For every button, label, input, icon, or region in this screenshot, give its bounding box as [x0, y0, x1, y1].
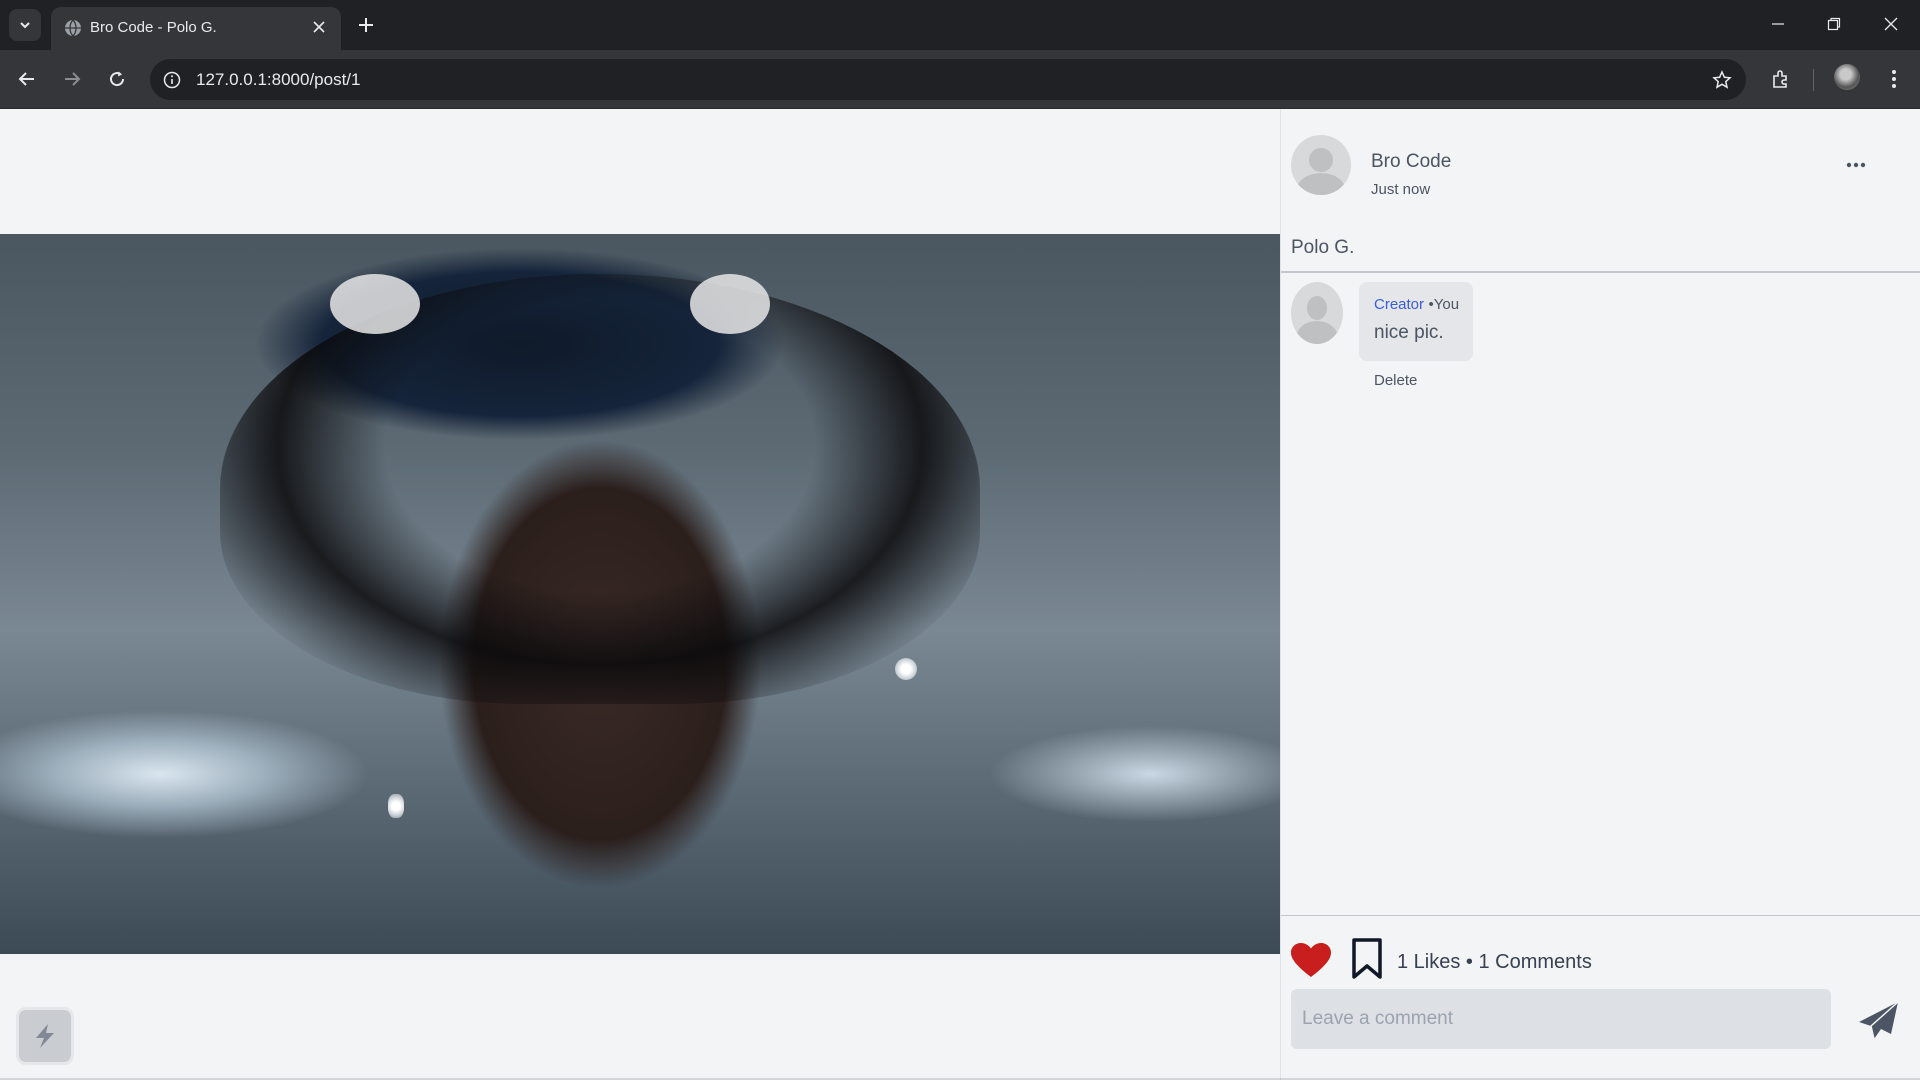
commenter-avatar[interactable]	[1291, 282, 1343, 344]
delete-comment-button[interactable]: Delete	[1374, 372, 1417, 389]
heart-icon[interactable]	[1291, 943, 1331, 979]
divider	[1281, 271, 1920, 273]
tab-strip: Bro Code - Polo G.	[0, 0, 1920, 50]
paper-plane-icon[interactable]	[1857, 999, 1901, 1043]
globe-icon	[64, 19, 82, 37]
post-image-pane	[0, 109, 1280, 1080]
extensions-icon[interactable]	[1765, 63, 1797, 95]
toolbar-separator	[1813, 69, 1814, 91]
likes-comments-count: 1 Likes • 1 Comments	[1397, 951, 1592, 973]
divider	[1281, 915, 1920, 916]
url-text[interactable]: 127.0.0.1:8000/post/1	[196, 70, 360, 90]
browser-toolbar: 127.0.0.1:8000/post/1	[0, 50, 1920, 109]
address-bar[interactable]: 127.0.0.1:8000/post/1	[150, 59, 1746, 100]
tab-list-icon[interactable]	[9, 9, 41, 41]
back-icon[interactable]	[11, 63, 43, 95]
post-actions: 1 Likes • 1 Comments	[1291, 935, 1911, 981]
post-caption: Polo G.	[1291, 237, 1355, 258]
page-viewport: Bro Code Just now Polo G. Creator •You n…	[0, 109, 1920, 1080]
post-timestamp: Just now	[1371, 181, 1431, 198]
author-name[interactable]: Bro Code	[1371, 151, 1451, 173]
profile-avatar[interactable]	[1834, 64, 1860, 90]
author-avatar[interactable]	[1291, 135, 1351, 195]
browser-tab[interactable]: Bro Code - Polo G.	[51, 7, 341, 50]
minimize-icon[interactable]	[1758, 9, 1798, 39]
forward-icon[interactable]	[56, 63, 88, 95]
commenter-name[interactable]: Creator	[1374, 296, 1424, 313]
comment-bubble: Creator •You nice pic.	[1359, 282, 1474, 361]
star-icon[interactable]	[1710, 68, 1734, 92]
close-window-icon[interactable]	[1871, 9, 1911, 39]
post-header: Bro Code Just now	[1291, 135, 1911, 198]
reload-icon[interactable]	[101, 63, 133, 95]
restore-icon[interactable]	[1814, 9, 1854, 39]
post-photo	[0, 234, 1280, 954]
tab-title: Bro Code - Polo G.	[90, 19, 217, 36]
comment-text: nice pic.	[1374, 322, 1444, 343]
plus-icon[interactable]	[352, 11, 380, 39]
lightning-app-icon[interactable]	[16, 1007, 74, 1065]
post-sidebar: Bro Code Just now Polo G. Creator •You n…	[1280, 109, 1920, 1080]
comment-item: Creator •You nice pic. Delete	[1291, 282, 1891, 392]
bookmark-icon[interactable]	[1351, 938, 1383, 980]
close-icon[interactable]	[309, 17, 329, 37]
ellipsis-icon[interactable]	[1841, 155, 1871, 175]
commenter-you-label: •You	[1428, 296, 1460, 313]
info-icon[interactable]	[161, 69, 183, 91]
comment-input[interactable]	[1291, 989, 1831, 1049]
menu-dots-icon[interactable]	[1878, 63, 1910, 95]
